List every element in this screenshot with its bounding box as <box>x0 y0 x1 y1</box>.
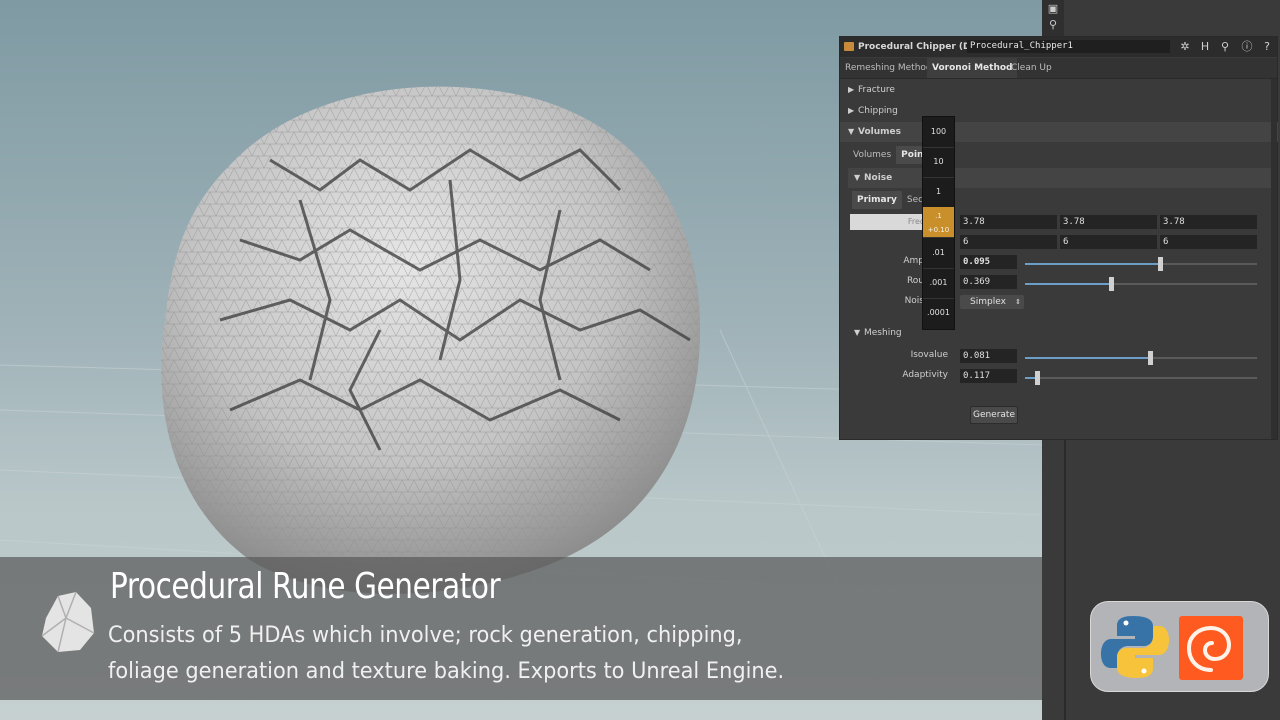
offset-z-field[interactable]: 6 <box>1160 235 1257 249</box>
tab-clean-up[interactable]: Clean Up <box>1006 58 1057 78</box>
pane-divider <box>1064 440 1066 720</box>
offset-x-field[interactable]: 6 <box>960 235 1057 249</box>
folder-volumes[interactable]: ▼ Volumes <box>840 122 1278 142</box>
adaptivity-slider[interactable] <box>1025 371 1257 385</box>
roughness-field[interactable]: 0.369 <box>960 275 1017 289</box>
subtab-primary[interactable]: Primary <box>852 191 902 209</box>
ladder-step[interactable]: .01 <box>923 238 954 269</box>
isovalue-slider[interactable] <box>1025 351 1257 365</box>
amplitude-slider-handle[interactable] <box>1157 257 1163 271</box>
expand-icon: ▶ <box>848 85 855 94</box>
freq-label[interactable]: Freq <box>850 214 929 230</box>
caption-line-1: Consists of 5 HDAs which involve; rock g… <box>108 623 743 648</box>
isovalue-label: Isovalue <box>910 350 948 360</box>
offset-y-field[interactable]: 6 <box>1060 235 1157 249</box>
value-ladder[interactable]: 100 10 1 .1 +0.10 .01 .001 .0001 <box>922 116 955 330</box>
generate-button[interactable]: Generate <box>970 406 1018 424</box>
rock-logo-icon <box>41 591 95 653</box>
volume-subtabs: Volumes Point <box>848 146 933 164</box>
houdini-logo-icon <box>1179 616 1243 680</box>
pin-icon[interactable]: ⚲ <box>1046 18 1060 32</box>
node-type-icon <box>844 42 854 51</box>
noise-type-value: Simplex <box>970 297 1006 307</box>
folder-chipping[interactable]: ▶ Chipping <box>840 101 1278 121</box>
amplitude-slider[interactable] <box>1025 257 1257 271</box>
caption-title: Procedural Rune Generator <box>110 566 501 607</box>
noise-type-dropdown[interactable]: Simplex ⇕ <box>960 295 1024 309</box>
panel-title-bar: Procedural Chipper (Dev) Procedural_Chip… <box>840 37 1277 57</box>
collapse-icon: ▼ <box>854 328 861 337</box>
search-icon[interactable]: ⚲ <box>1218 40 1232 54</box>
isovalue-field[interactable]: 0.081 <box>960 349 1017 363</box>
folder-fracture[interactable]: ▶ Fracture <box>840 80 1278 100</box>
ladder-step[interactable]: 100 <box>923 117 954 148</box>
caption-body: Consists of 5 HDAs which involve; rock g… <box>108 618 963 690</box>
tab-voronoi-method[interactable]: Voronoi Method <box>927 58 1018 78</box>
collapse-icon: ▼ <box>854 173 861 182</box>
ladder-delta: +0.10 <box>927 226 950 234</box>
noise-type-label: Nois <box>904 296 924 306</box>
h-icon[interactable]: H <box>1198 40 1212 54</box>
camera-icon[interactable]: ▣ <box>1046 2 1060 16</box>
parameter-panel: Procedural Chipper (Dev) Procedural_Chip… <box>839 36 1278 440</box>
node-name-field[interactable]: Procedural_Chipper1 <box>967 40 1170 53</box>
roughness-label: Rou <box>906 276 924 286</box>
isovalue-slider-handle[interactable] <box>1148 351 1154 365</box>
caption-line-2: foliage generation and texture baking. E… <box>108 659 785 684</box>
freq-x-field[interactable]: 3.78 <box>960 215 1057 229</box>
help-icon[interactable]: ? <box>1260 40 1274 54</box>
updown-icon: ⇕ <box>1015 298 1021 306</box>
freq-y-field[interactable]: 3.78 <box>1060 215 1157 229</box>
expand-icon: ▶ <box>848 106 855 115</box>
folder-meshing[interactable]: ▼ Meshing <box>852 323 1272 343</box>
adaptivity-slider-handle[interactable] <box>1034 371 1040 385</box>
amplitude-field[interactable]: 0.095 <box>960 255 1017 269</box>
adaptivity-label: Adaptivity <box>902 370 948 380</box>
isovalue-slider-fill <box>1025 357 1151 359</box>
software-badge <box>1090 601 1269 692</box>
collapse-icon: ▼ <box>848 127 855 136</box>
ladder-step[interactable]: .001 <box>923 268 954 299</box>
subtab-volumes[interactable]: Volumes <box>848 146 896 164</box>
roughness-slider-handle[interactable] <box>1108 277 1114 291</box>
gear-icon[interactable]: ✲ <box>1178 40 1192 54</box>
panel-scrollbar[interactable] <box>1271 79 1277 439</box>
method-tabs: Remeshing Method Voronoi Method Clean Up <box>840 58 1277 79</box>
ladder-step-value: .1 <box>935 212 942 220</box>
ladder-step[interactable]: 10 <box>923 147 954 178</box>
info-icon[interactable]: ⓘ <box>1240 40 1254 54</box>
ladder-step-active[interactable]: .1 +0.10 <box>923 207 954 238</box>
amplitude-slider-fill <box>1025 263 1160 265</box>
ladder-step[interactable]: 1 <box>923 177 954 208</box>
folder-noise[interactable]: ▼ Noise <box>848 168 1276 188</box>
roughness-slider[interactable] <box>1025 277 1257 291</box>
amplitude-label: Amp <box>903 256 924 266</box>
ladder-step[interactable]: .0001 <box>923 298 954 328</box>
adaptivity-field[interactable]: 0.117 <box>960 369 1017 383</box>
freq-z-field[interactable]: 3.78 <box>1160 215 1257 229</box>
tab-remeshing-method[interactable]: Remeshing Method <box>840 58 937 78</box>
viewport-toolbar: ▣ ⚲ <box>1042 0 1064 40</box>
roughness-slider-fill <box>1025 283 1111 285</box>
python-logo-icon <box>1101 616 1169 678</box>
